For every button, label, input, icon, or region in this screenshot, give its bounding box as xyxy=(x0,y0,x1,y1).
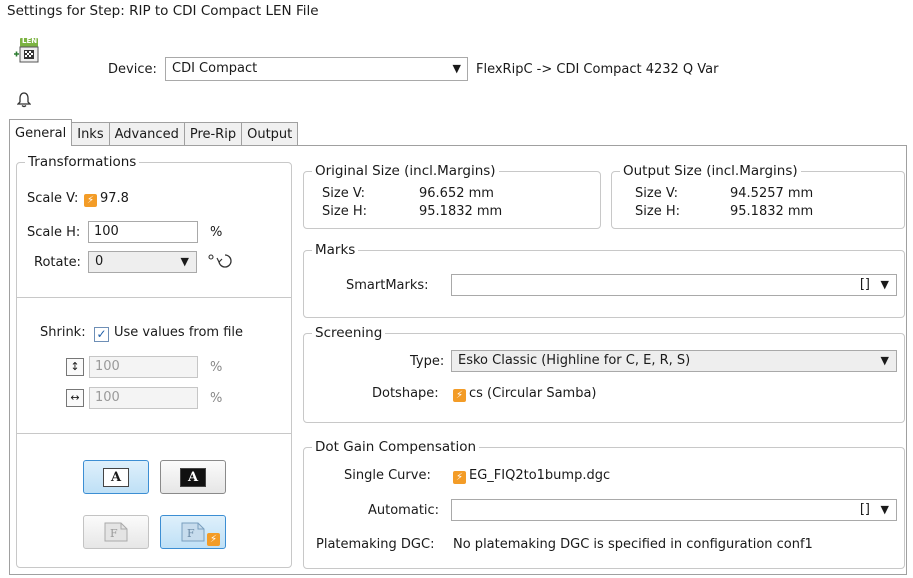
dotshape-label: Dotshape: xyxy=(372,386,439,401)
mirror-on-button[interactable]: F ⚡ xyxy=(160,515,226,549)
marks-panel: Marks SmartMarks: [] ▼ xyxy=(303,242,905,318)
automatic-dgc-select[interactable]: [] ▼ xyxy=(451,499,897,521)
chevron-down-icon: ▼ xyxy=(880,503,889,516)
original-size-title: Original Size (incl.Margins) xyxy=(312,163,499,179)
screening-title: Screening xyxy=(312,325,386,341)
marks-title: Marks xyxy=(312,242,359,258)
transformations-panel: Transformations Scale V: ⚡ 97.8 Scale H: … xyxy=(16,154,292,568)
scale-h-input[interactable]: 100 xyxy=(88,221,198,243)
rotate-label: Rotate: xyxy=(34,255,81,270)
output-size-v-value: 94.5257 mm xyxy=(730,186,814,201)
mirror-off-button[interactable]: F xyxy=(83,515,149,549)
svg-text:F: F xyxy=(110,527,118,540)
len-file-icon: LEN xyxy=(14,36,40,66)
override-bolt-icon[interactable]: ⚡ xyxy=(84,194,97,207)
original-size-v-label: Size V: xyxy=(322,186,366,201)
scale-v-value: ⚡ 97.8 xyxy=(84,191,129,207)
device-selected-value: CDI Compact xyxy=(172,61,258,76)
shrink-vertical-input[interactable]: 100 xyxy=(89,356,198,378)
original-size-h-value: 95.1832 mm xyxy=(419,204,503,219)
tab-output[interactable]: Output xyxy=(241,122,299,146)
dot-gain-compensation-panel: Dot Gain Compensation Single Curve: ⚡ EG_… xyxy=(303,439,905,569)
general-tab-panel: Transformations Scale V: ⚡ 97.8 Scale H: … xyxy=(9,145,907,575)
output-size-h-label: Size H: xyxy=(635,204,680,219)
chevron-down-icon: ▼ xyxy=(452,62,461,75)
vertical-shrink-icon: ↕ xyxy=(66,358,84,376)
rotate-direction-icon[interactable] xyxy=(208,251,234,273)
scale-h-label: Scale H: xyxy=(27,225,81,240)
output-size-panel: Output Size (incl.Margins) Size V: 94.52… xyxy=(611,163,905,229)
original-size-panel: Original Size (incl.Margins) Size V: 96.… xyxy=(303,163,601,229)
checkbox-checked-icon[interactable]: ✓ xyxy=(94,327,109,342)
tab-general[interactable]: General xyxy=(9,119,73,146)
dgc-title: Dot Gain Compensation xyxy=(312,439,480,455)
transformations-title: Transformations xyxy=(25,154,140,170)
output-size-title: Output Size (incl.Margins) xyxy=(620,163,801,179)
device-select[interactable]: CDI Compact ▼ xyxy=(165,57,468,81)
scale-h-percent: % xyxy=(210,225,223,240)
chevron-down-icon: ▼ xyxy=(180,255,189,268)
tab-pre-rip[interactable]: Pre-Rip xyxy=(183,122,243,146)
flip-page-icon: F xyxy=(104,522,128,542)
rotate-select[interactable]: 0 ▼ xyxy=(88,251,197,273)
platemaking-dgc-value: No platemaking DGC is specified in confi… xyxy=(453,537,813,552)
negative-a-icon: A xyxy=(180,467,206,487)
dotshape-value: ⚡ cs (Circular Samba) xyxy=(453,386,597,402)
single-curve-value: ⚡ EG_FIQ2to1bump.dgc xyxy=(453,468,610,484)
single-curve-label: Single Curve: xyxy=(344,468,431,483)
positive-a-icon: A xyxy=(103,467,129,487)
smartmarks-value: [] xyxy=(859,277,870,292)
flip-page-mirrored-icon: F xyxy=(181,522,205,542)
use-values-from-file-checkbox[interactable]: ✓ Use values from file xyxy=(94,325,243,342)
automatic-dgc-value: [] xyxy=(859,502,870,517)
smartmarks-select[interactable]: [] ▼ xyxy=(451,274,897,296)
screening-type-select[interactable]: Esko Classic (Highline for C, E, R, S) ▼ xyxy=(451,350,897,372)
output-size-v-label: Size V: xyxy=(635,186,679,201)
scale-v-label: Scale V: xyxy=(27,191,79,206)
screening-type-value: Esko Classic (Highline for C, E, R, S) xyxy=(458,353,691,368)
svg-text:F: F xyxy=(187,527,195,540)
bell-icon[interactable] xyxy=(16,92,32,112)
device-label: Device: xyxy=(108,62,157,77)
len-badge-text: LEN xyxy=(22,37,38,45)
divider xyxy=(16,433,292,434)
shrink-horizontal-percent: % xyxy=(210,391,223,406)
override-bolt-icon[interactable]: ⚡ xyxy=(453,389,466,402)
screening-panel: Screening Type: Esko Classic (Highline f… xyxy=(303,325,905,423)
negative-image-button[interactable]: A xyxy=(160,460,226,494)
output-size-h-value: 95.1832 mm xyxy=(730,204,814,219)
override-bolt-icon: ⚡ xyxy=(207,533,220,546)
chevron-down-icon: ▼ xyxy=(880,354,889,367)
original-size-v-value: 96.652 mm xyxy=(419,186,494,201)
platemaking-dgc-label: Platemaking DGC: xyxy=(316,537,435,552)
screening-type-label: Type: xyxy=(410,354,445,369)
horizontal-shrink-icon: ↔ xyxy=(66,389,84,407)
positive-image-button[interactable]: A xyxy=(83,460,149,494)
shrink-horizontal-input[interactable]: 100 xyxy=(89,387,198,409)
shrink-label: Shrink: xyxy=(40,325,86,340)
override-bolt-icon[interactable]: ⚡ xyxy=(453,471,466,484)
tab-bar: General Inks Advanced Pre-Rip Output xyxy=(9,119,299,146)
tab-inks[interactable]: Inks xyxy=(71,122,110,146)
chevron-down-icon: ▼ xyxy=(880,278,889,291)
original-size-h-label: Size H: xyxy=(322,204,367,219)
automatic-label: Automatic: xyxy=(368,503,440,518)
shrink-vertical-percent: % xyxy=(210,360,223,375)
window-title: Settings for Step: RIP to CDI Compact LE… xyxy=(7,3,319,19)
device-description: FlexRipC -> CDI Compact 4232 Q Var xyxy=(476,62,719,77)
smartmarks-label: SmartMarks: xyxy=(346,278,429,293)
rotate-value: 0 xyxy=(95,254,104,269)
divider xyxy=(16,297,292,298)
tab-advanced[interactable]: Advanced xyxy=(108,122,185,146)
